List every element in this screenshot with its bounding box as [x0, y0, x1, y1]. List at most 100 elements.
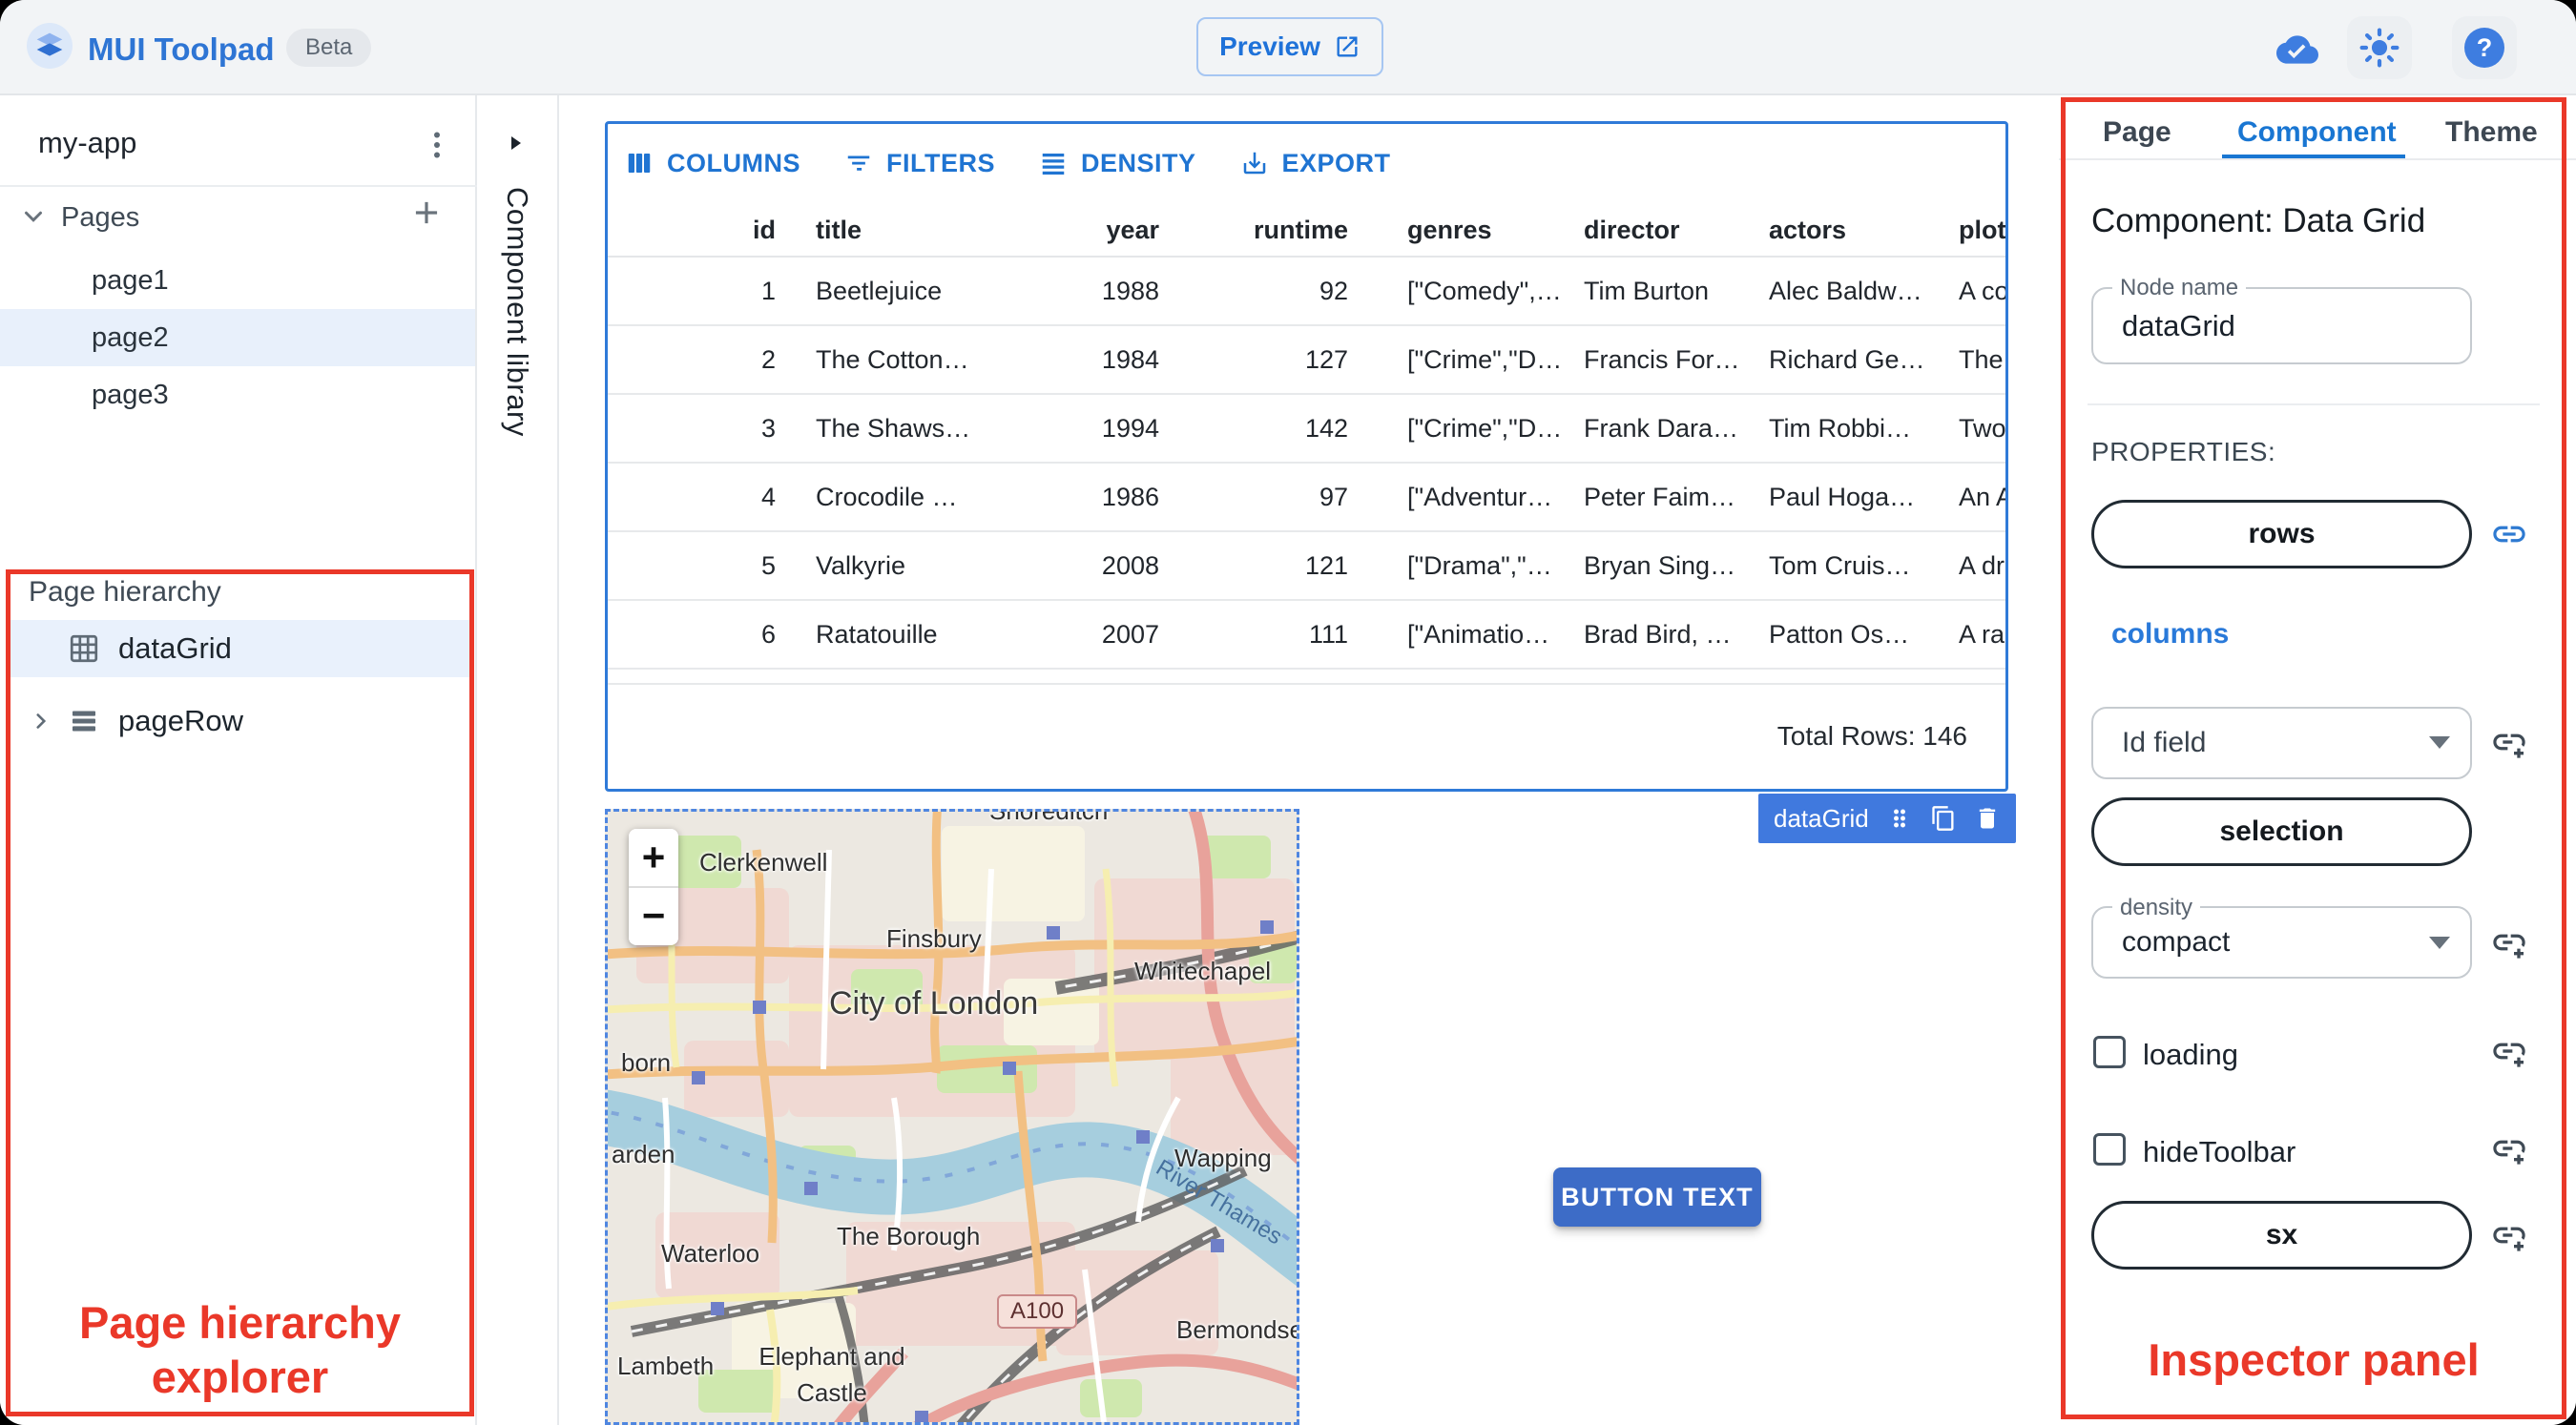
add-page-icon[interactable]: [408, 195, 445, 231]
table-row[interactable]: 5 Valkyrie 2008 121 ["Drama","… Bryan Si…: [608, 532, 2005, 601]
map-zoom-control: + −: [629, 829, 678, 945]
sidebar-item-page3[interactable]: page3: [0, 366, 475, 423]
loading-add-binding-icon[interactable]: [2490, 1032, 2528, 1070]
cell-id: 6: [760, 619, 776, 649]
theme-brightness-button[interactable]: [2347, 16, 2412, 79]
expand-chevron-right-icon[interactable]: [29, 709, 53, 733]
id-field-value: Id field: [2122, 727, 2207, 758]
cell-director: Bryan Sing…: [1584, 550, 1736, 580]
cell-year: 1984: [1101, 344, 1159, 374]
column-header-actors[interactable]: actors: [1769, 204, 1941, 256]
cell-plot: A co: [1959, 276, 2008, 305]
sidebar-item-page1[interactable]: page1: [0, 252, 475, 309]
cloud-sync-status-icon: [2273, 29, 2322, 71]
cell-id: 2: [760, 344, 776, 374]
loading-checkbox[interactable]: [2093, 1036, 2126, 1068]
pages-collapse-chevron-down-icon[interactable]: [19, 202, 48, 231]
tab-theme[interactable]: Theme: [2445, 116, 2538, 149]
cell-director: Peter Faim…: [1584, 482, 1736, 511]
map-label-the-borough: The Borough: [837, 1222, 981, 1250]
help-button[interactable]: ?: [2452, 16, 2517, 79]
columns-button[interactable]: COLUMNS: [625, 149, 800, 178]
cell-genres: ["Crime","D…: [1407, 344, 1563, 374]
tab-page[interactable]: Page: [2103, 116, 2171, 149]
density-add-binding-icon[interactable]: [2490, 923, 2528, 961]
help-icon: ?: [2464, 28, 2504, 68]
mui-toolpad-editor: MUI Toolpad Beta Preview ? my-app Pages …: [0, 0, 2576, 1425]
cell-year: 2007: [1101, 619, 1159, 649]
id-field-add-binding-icon[interactable]: [2490, 723, 2528, 761]
beta-badge: Beta: [286, 29, 372, 67]
cell-plot: An A: [1959, 482, 2008, 511]
cell-actors: Richard Ge…: [1769, 344, 1925, 374]
column-header-plot[interactable]: plot: [1959, 204, 2005, 256]
map-label-shoreditch: Shoreditch: [989, 809, 1109, 825]
app-menu-kebab-icon[interactable]: [420, 128, 454, 162]
open-in-new-icon: [1337, 36, 1358, 57]
table-row[interactable]: 1 Beetlejuice 1988 92 ["Comedy",… Tim Bu…: [608, 258, 2005, 326]
page3-label: page3: [92, 379, 169, 410]
hidetoolbar-checkbox[interactable]: [2093, 1133, 2126, 1166]
cell-actors: Tim Robbi…: [1769, 413, 1912, 443]
drag-handle-icon[interactable]: [1886, 805, 1913, 832]
properties-header: PROPERTIES:: [2091, 437, 2276, 466]
column-header-id[interactable]: id: [608, 204, 776, 256]
table-row[interactable]: 3 The Shaws… 1994 142 ["Crime","D… Frank…: [608, 395, 2005, 464]
toolpad-logo-icon: [36, 32, 63, 56]
cell-id: 4: [760, 482, 776, 511]
cell-plot: A ra: [1959, 619, 2005, 649]
sx-add-binding-icon[interactable]: [2490, 1216, 2528, 1254]
map-component[interactable]: Shoreditch Clerkenwell Finsbury Whitecha…: [605, 809, 1299, 1425]
cell-genres: ["Crime","D…: [1407, 413, 1563, 443]
cell-genres: ["Adventur…: [1407, 482, 1553, 511]
filters-button-label: FILTERS: [886, 148, 995, 177]
page2-label: page2: [92, 321, 169, 353]
selection-property-button[interactable]: selection: [2091, 797, 2472, 866]
density-button-label: DENSITY: [1081, 148, 1196, 177]
columns-property-link[interactable]: columns: [2111, 618, 2229, 651]
delete-component-icon[interactable]: [1974, 805, 2001, 832]
map-label-bermondsey: Bermondse: [1176, 1315, 1299, 1344]
column-header-runtime[interactable]: runtime: [1188, 204, 1348, 256]
rows-property-button[interactable]: rows: [2091, 500, 2472, 568]
tab-component[interactable]: Component: [2237, 116, 2397, 149]
column-header-director[interactable]: director: [1584, 204, 1752, 256]
inspector-annotation-label: Inspector panel: [2148, 1334, 2480, 1385]
hidetoolbar-label: hideToolbar: [2143, 1135, 2296, 1168]
zoom-in-button[interactable]: +: [629, 829, 678, 886]
id-field-select[interactable]: Id field: [2091, 707, 2472, 779]
tabs-divider: [2059, 158, 2576, 160]
sidebar-item-page2[interactable]: page2: [0, 309, 475, 366]
hierarchy-item-datagrid[interactable]: dataGrid: [8, 620, 472, 677]
hierarchy-item-pagerow[interactable]: pageRow: [8, 692, 472, 750]
node-name-label: Node name: [2112, 275, 2247, 301]
filters-button[interactable]: FILTERS: [844, 149, 995, 178]
rows-binding-link-icon[interactable]: [2490, 515, 2528, 553]
zoom-out-button[interactable]: −: [629, 886, 678, 943]
table-row[interactable]: 4 Crocodile … 1986 97 ["Adventur… Peter …: [608, 464, 2005, 532]
preview-button[interactable]: Preview: [1196, 17, 1383, 76]
mui-toolpad-logo: [27, 23, 73, 69]
inspector-divider: [2088, 403, 2540, 405]
component-library-expand-arrow-icon[interactable]: [504, 132, 527, 155]
datagrid-component[interactable]: COLUMNS FILTERS DENSITY EXPORT id title …: [605, 121, 2008, 792]
column-header-genres[interactable]: genres: [1407, 204, 1568, 256]
datagrid-header-row: id title year runtime genres director ac…: [608, 204, 2005, 258]
app-title: MUI Toolpad: [88, 31, 275, 67]
export-button[interactable]: EXPORT: [1240, 149, 1391, 178]
cell-actors: Paul Hoga…: [1769, 482, 1916, 511]
density-caret-icon: [2429, 937, 2450, 949]
cell-director: Tim Burton: [1584, 276, 1710, 305]
map-road-ref-badge: A100: [997, 1294, 1078, 1329]
sx-property-button[interactable]: sx: [2091, 1201, 2472, 1270]
table-row[interactable]: 2 The Cotton… 1984 127 ["Crime","D… Fran…: [608, 326, 2005, 395]
canvas-button-component[interactable]: BUTTON TEXT: [1553, 1167, 1761, 1227]
cell-id: 3: [760, 413, 776, 443]
node-name-value: dataGrid: [2122, 308, 2235, 342]
table-row[interactable]: 6 Ratatouille 2007 111 ["Animatio… Brad …: [608, 601, 2005, 670]
hidetoolbar-add-binding-icon[interactable]: [2490, 1129, 2528, 1167]
duplicate-component-icon[interactable]: [1930, 805, 1957, 832]
column-header-year[interactable]: year: [1016, 204, 1159, 256]
density-button[interactable]: DENSITY: [1039, 149, 1196, 178]
datagrid-footer: Total Rows: 146: [608, 685, 2005, 788]
